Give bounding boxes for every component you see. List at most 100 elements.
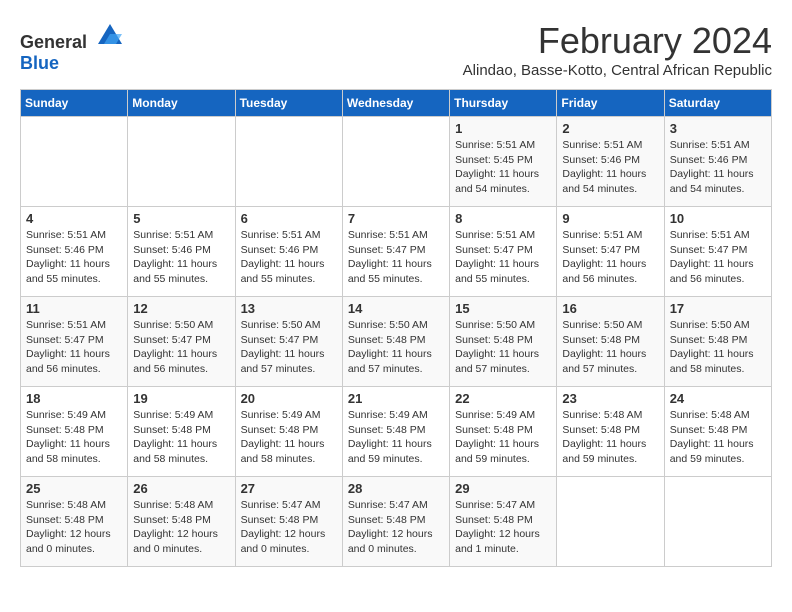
day-number: 17 [670, 301, 766, 316]
calendar-cell: 28 Sunrise: 5:47 AM Sunset: 5:48 PM Dayli… [342, 477, 449, 567]
day-number: 8 [455, 211, 551, 226]
day-number: 6 [241, 211, 337, 226]
day-number: 19 [133, 391, 229, 406]
calendar-cell [557, 477, 664, 567]
day-info: Sunrise: 5:49 AM Sunset: 5:48 PM Dayligh… [348, 408, 444, 467]
page-header: General Blue February 2024 Alindao, Bass… [20, 20, 772, 79]
day-number: 27 [241, 481, 337, 496]
day-number: 5 [133, 211, 229, 226]
calendar-cell: 17Sunrise: 5:50 AM Sunset: 5:48 PM Dayli… [664, 297, 771, 387]
calendar-cell: 26Sunrise: 5:48 AM Sunset: 5:48 PM Dayli… [128, 477, 235, 567]
day-number: 21 [348, 391, 444, 406]
day-info: Sunrise: 5:51 AM Sunset: 5:46 PM Dayligh… [562, 138, 658, 197]
day-info: Sunrise: 5:51 AM Sunset: 5:46 PM Dayligh… [26, 228, 122, 287]
calendar-cell: 20 Sunrise: 5:49 AM Sunset: 5:48 PM Dayli… [235, 387, 342, 477]
logo-blue: Blue [20, 53, 59, 73]
calendar-cell [128, 117, 235, 207]
day-info: Sunrise: 5:51 AM Sunset: 5:46 PM Dayligh… [133, 228, 229, 287]
day-number: 11 [26, 301, 122, 316]
day-info: Sunrise: 5:50 AM Sunset: 5:47 PM Dayligh… [241, 318, 337, 377]
calendar-cell: 23 Sunrise: 5:48 AM Sunset: 5:48 PM Dayli… [557, 387, 664, 477]
day-number: 12 [133, 301, 229, 316]
day-info: Sunrise: 5:49 AM Sunset: 5:48 PM Dayligh… [26, 408, 122, 467]
week-row-3: 11 Sunrise: 5:51 AM Sunset: 5:47 PM Dayli… [21, 297, 772, 387]
day-number: 24 [670, 391, 766, 406]
day-number: 23 [562, 391, 658, 406]
calendar-cell [235, 117, 342, 207]
calendar-cell [342, 117, 449, 207]
day-number: 29 [455, 481, 551, 496]
day-number: 7 [348, 211, 444, 226]
day-info: Sunrise: 5:48 AM Sunset: 5:48 PM Dayligh… [562, 408, 658, 467]
day-info: Sunrise: 5:50 AM Sunset: 5:48 PM Dayligh… [348, 318, 444, 377]
calendar-cell: 21 Sunrise: 5:49 AM Sunset: 5:48 PM Dayli… [342, 387, 449, 477]
day-number: 9 [562, 211, 658, 226]
header-cell-saturday: Saturday [664, 90, 771, 117]
header-cell-tuesday: Tuesday [235, 90, 342, 117]
calendar-cell: 10 Sunrise: 5:51 AM Sunset: 5:47 PM Dayli… [664, 207, 771, 297]
day-number: 22 [455, 391, 551, 406]
day-number: 14 [348, 301, 444, 316]
day-number: 25 [26, 481, 122, 496]
calendar-cell: 22 Sunrise: 5:49 AM Sunset: 5:48 PM Dayli… [450, 387, 557, 477]
day-info: Sunrise: 5:51 AM Sunset: 5:45 PM Dayligh… [455, 138, 551, 197]
header-cell-wednesday: Wednesday [342, 90, 449, 117]
day-number: 28 [348, 481, 444, 496]
day-number: 3 [670, 121, 766, 136]
header-cell-monday: Monday [128, 90, 235, 117]
day-info: Sunrise: 5:51 AM Sunset: 5:46 PM Dayligh… [241, 228, 337, 287]
calendar-cell: 4 Sunrise: 5:51 AM Sunset: 5:46 PM Daylig… [21, 207, 128, 297]
month-title: February 2024 [463, 20, 772, 62]
header-cell-thursday: Thursday [450, 90, 557, 117]
title-section: February 2024 Alindao, Basse-Kotto, Cent… [463, 20, 772, 79]
calendar-cell: 5 Sunrise: 5:51 AM Sunset: 5:46 PM Daylig… [128, 207, 235, 297]
day-number: 16 [562, 301, 658, 316]
calendar-cell: 9 Sunrise: 5:51 AM Sunset: 5:47 PM Daylig… [557, 207, 664, 297]
logo-text: General Blue [20, 20, 126, 74]
week-row-5: 25 Sunrise: 5:48 AM Sunset: 5:48 PM Dayli… [21, 477, 772, 567]
day-info: Sunrise: 5:49 AM Sunset: 5:48 PM Dayligh… [455, 408, 551, 467]
day-info: Sunrise: 5:51 AM Sunset: 5:46 PM Dayligh… [670, 138, 766, 197]
calendar-cell: 24 Sunrise: 5:48 AM Sunset: 5:48 PM Dayli… [664, 387, 771, 477]
day-info: Sunrise: 5:50 AM Sunset: 5:48 PM Dayligh… [562, 318, 658, 377]
day-info: Sunrise: 5:47 AM Sunset: 5:48 PM Dayligh… [348, 498, 444, 557]
calendar-table: SundayMondayTuesdayWednesdayThursdayFrid… [20, 89, 772, 567]
day-info: Sunrise: 5:48 AM Sunset: 5:48 PM Dayligh… [26, 498, 122, 557]
logo-general: General [20, 32, 87, 52]
day-info: Sunrise: 5:49 AM Sunset: 5:48 PM Dayligh… [133, 408, 229, 467]
calendar-cell: 6 Sunrise: 5:51 AM Sunset: 5:46 PM Daylig… [235, 207, 342, 297]
day-info: Sunrise: 5:51 AM Sunset: 5:47 PM Dayligh… [26, 318, 122, 377]
logo: General Blue [20, 20, 126, 74]
day-info: Sunrise: 5:50 AM Sunset: 5:47 PM Dayligh… [133, 318, 229, 377]
day-info: Sunrise: 5:49 AM Sunset: 5:48 PM Dayligh… [241, 408, 337, 467]
day-info: Sunrise: 5:51 AM Sunset: 5:47 PM Dayligh… [562, 228, 658, 287]
day-info: Sunrise: 5:51 AM Sunset: 5:47 PM Dayligh… [670, 228, 766, 287]
day-number: 20 [241, 391, 337, 406]
day-number: 10 [670, 211, 766, 226]
calendar-cell [664, 477, 771, 567]
day-number: 4 [26, 211, 122, 226]
header-cell-friday: Friday [557, 90, 664, 117]
day-info: Sunrise: 5:51 AM Sunset: 5:47 PM Dayligh… [455, 228, 551, 287]
calendar-cell: 13 Sunrise: 5:50 AM Sunset: 5:47 PM Dayli… [235, 297, 342, 387]
day-number: 18 [26, 391, 122, 406]
calendar-cell: 2 Sunrise: 5:51 AM Sunset: 5:46 PM Daylig… [557, 117, 664, 207]
day-number: 13 [241, 301, 337, 316]
calendar-cell: 16 Sunrise: 5:50 AM Sunset: 5:48 PM Dayli… [557, 297, 664, 387]
calendar-body: 1Sunrise: 5:51 AM Sunset: 5:45 PM Daylig… [21, 117, 772, 567]
day-number: 2 [562, 121, 658, 136]
calendar-cell: 29 Sunrise: 5:47 AM Sunset: 5:48 PM Dayli… [450, 477, 557, 567]
calendar-cell [21, 117, 128, 207]
calendar-cell: 25 Sunrise: 5:48 AM Sunset: 5:48 PM Dayli… [21, 477, 128, 567]
day-info: Sunrise: 5:48 AM Sunset: 5:48 PM Dayligh… [133, 498, 229, 557]
logo-icon [94, 20, 126, 48]
day-info: Sunrise: 5:47 AM Sunset: 5:48 PM Dayligh… [455, 498, 551, 557]
calendar-cell: 18 Sunrise: 5:49 AM Sunset: 5:48 PM Dayli… [21, 387, 128, 477]
day-info: Sunrise: 5:47 AM Sunset: 5:48 PM Dayligh… [241, 498, 337, 557]
day-info: Sunrise: 5:48 AM Sunset: 5:48 PM Dayligh… [670, 408, 766, 467]
calendar-header-row: SundayMondayTuesdayWednesdayThursdayFrid… [21, 90, 772, 117]
week-row-4: 18 Sunrise: 5:49 AM Sunset: 5:48 PM Dayli… [21, 387, 772, 477]
day-info: Sunrise: 5:51 AM Sunset: 5:47 PM Dayligh… [348, 228, 444, 287]
header-cell-sunday: Sunday [21, 90, 128, 117]
calendar-cell: 3 Sunrise: 5:51 AM Sunset: 5:46 PM Daylig… [664, 117, 771, 207]
